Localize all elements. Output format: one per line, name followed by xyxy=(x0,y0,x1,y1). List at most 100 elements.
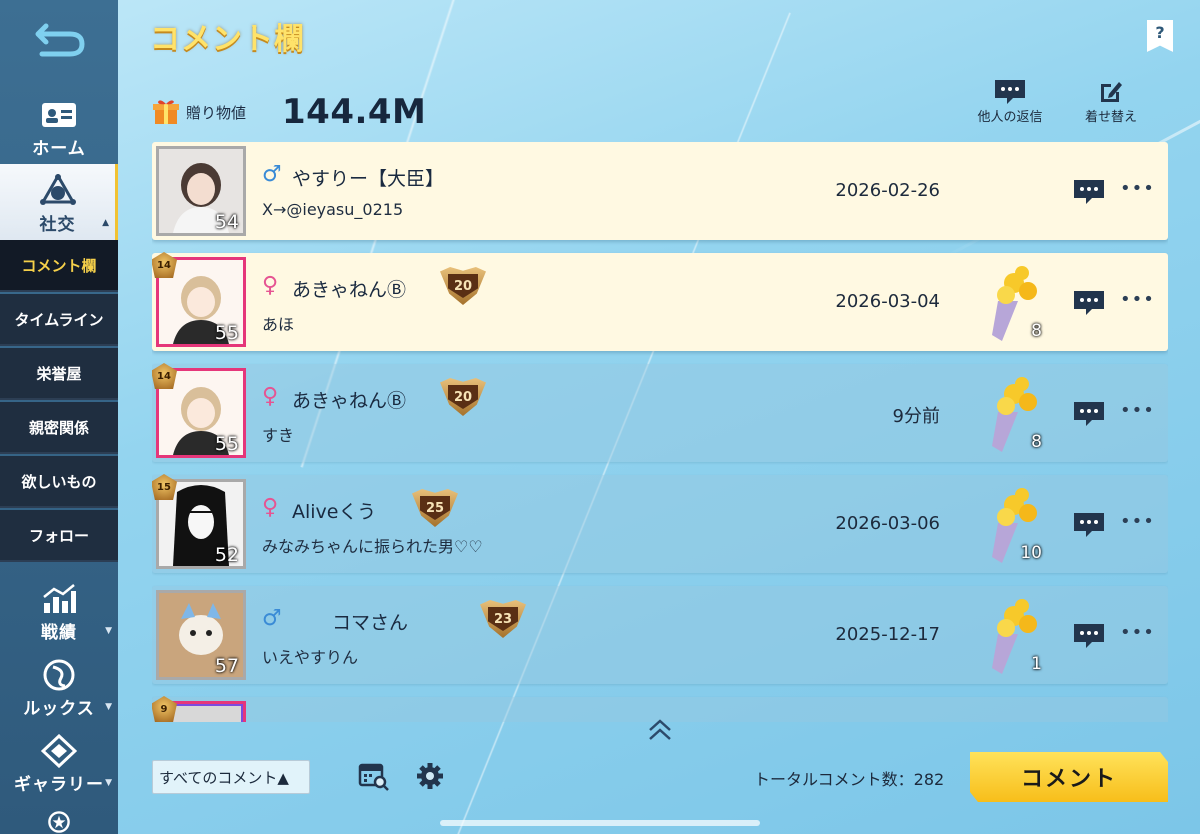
comment-date: 2026-02-26 xyxy=(835,180,940,201)
comment-filter-select[interactable]: すべてのコメント▲ xyxy=(152,760,310,794)
rank-number: 20 xyxy=(448,385,478,409)
reply-button[interactable] xyxy=(1072,511,1106,539)
chat-bubble-icon xyxy=(1074,402,1104,426)
change-outfit-label: 着せ替え xyxy=(1084,110,1137,125)
gift-value: 144.4M xyxy=(282,92,427,132)
others-reply-button[interactable]: 他人の返信 xyxy=(970,78,1050,128)
calendar-search-icon xyxy=(358,763,389,791)
user-name[interactable]: あきゃねんⒷ xyxy=(292,386,406,413)
more-options-button[interactable]: ••• xyxy=(1120,622,1154,646)
reply-button[interactable] xyxy=(1072,178,1106,206)
looks-emblem-icon xyxy=(40,658,78,692)
female-icon: ♀ xyxy=(262,384,279,409)
rank-badge: 20 xyxy=(440,378,486,416)
chevron-double-up-icon xyxy=(649,719,671,740)
rank-badge: 20 xyxy=(440,267,486,305)
comment-text: すき xyxy=(262,426,295,445)
user-name[interactable]: やすりー【大臣】 xyxy=(292,164,444,191)
rank-number: 20 xyxy=(448,274,478,298)
sidebar-subitem-follow[interactable]: フォロー xyxy=(0,510,118,562)
bouquet-count: 10 xyxy=(1020,543,1042,563)
help-button[interactable]: ? xyxy=(1147,20,1173,52)
comment-text: あほ xyxy=(262,315,295,334)
sidebar-subitem-comments[interactable]: コメント欄 xyxy=(0,240,118,292)
sidebar-item-label: 社交 xyxy=(39,215,76,235)
change-outfit-button[interactable]: 着せ替え xyxy=(1071,78,1151,128)
frame-level-badge: 9 xyxy=(152,696,177,722)
avatar[interactable]: 54 xyxy=(156,146,246,236)
sidebar-item-stats[interactable]: 戦績 ▼ xyxy=(0,572,118,648)
bouquet-count: 8 xyxy=(1031,321,1042,341)
comment-row[interactable]: 55 14 ♀ あきゃねんⒷ 20 すき 9分前 8 ••• xyxy=(152,363,1168,462)
more-options-button[interactable]: ••• xyxy=(1120,511,1154,535)
gift-label: 贈り物値 xyxy=(186,103,247,122)
frame-level-badge: 15 xyxy=(152,474,177,500)
gift-icon xyxy=(153,100,179,124)
comment-row[interactable]: 52 15 ♀ Aliveくう 25 みなみちゃんに振られた男♡♡ 2026-0… xyxy=(152,474,1168,573)
sidebar: ホーム 社交 ▲ コメント欄 タイムライン 栄誉屋 親密関係 欲しいもの フォロ… xyxy=(0,0,118,834)
home-indicator[interactable] xyxy=(440,820,760,826)
bouquet-gift: 8 xyxy=(978,372,1048,456)
reply-button[interactable] xyxy=(1072,622,1106,650)
comment-date: 2026-03-04 xyxy=(835,291,940,312)
calendar-search-button[interactable] xyxy=(358,760,390,792)
sidebar-subitem-wishlist[interactable]: 欲しいもの xyxy=(0,456,118,508)
scroll-up-button[interactable] xyxy=(646,718,674,742)
player-level: 57 xyxy=(214,655,239,677)
player-level: 52 xyxy=(214,544,239,566)
back-arrow-icon xyxy=(35,23,85,57)
caret-down-icon: ▼ xyxy=(105,702,112,712)
comment-row[interactable]: 55 14 ♀ あきゃねんⒷ 20 あほ 2026-03-04 8 ••• xyxy=(152,252,1168,351)
comment-row[interactable]: 57 ♂ コマさん 23 いえやすりん 2025-12-17 1 ••• xyxy=(152,586,1168,684)
sidebar-item-looks[interactable]: ルックス ▼ xyxy=(0,648,118,724)
chat-bubble-icon xyxy=(993,78,1027,106)
sidebar-subitem-timeline[interactable]: タイムライン xyxy=(0,294,118,346)
rank-badge: 23 xyxy=(480,600,526,638)
comment-list[interactable]: 54 ♂ やすりー【大臣】 X→@ieyasu_0215 2026-02-26 … xyxy=(152,142,1168,722)
sidebar-subitem-honor-shop[interactable]: 栄誉屋 xyxy=(0,348,118,400)
comment-date: 2025-12-17 xyxy=(835,624,940,645)
star-emblem-icon xyxy=(48,811,70,833)
sidebar-subitem-intimacy[interactable]: 親密関係 xyxy=(0,402,118,454)
sidebar-item-more[interactable] xyxy=(0,800,118,834)
sidebar-item-gallery[interactable]: ギャラリー ▼ xyxy=(0,724,118,800)
gift-value-row: 贈り物値 144.4M xyxy=(152,92,426,132)
social-network-icon xyxy=(39,174,77,208)
id-card-icon xyxy=(40,98,78,132)
player-level: 55 xyxy=(214,322,239,344)
caret-down-icon: ▼ xyxy=(105,626,112,636)
sidebar-item-label: ギャラリー xyxy=(14,775,104,795)
frame-level-badge: 14 xyxy=(152,252,177,278)
user-name[interactable]: あきゃねんⒷ xyxy=(292,275,406,302)
back-button[interactable] xyxy=(30,16,90,62)
sidebar-item-home[interactable]: ホーム xyxy=(0,88,118,164)
settings-button[interactable] xyxy=(414,760,446,792)
female-icon: ♀ xyxy=(262,273,279,298)
bouquet-count: 8 xyxy=(1031,432,1042,452)
total-comment-count: トータルコメント数：282 xyxy=(754,770,945,789)
more-options-button[interactable]: ••• xyxy=(1120,289,1154,313)
caret-down-icon: ▼ xyxy=(105,778,112,788)
sidebar-item-label: ホーム xyxy=(32,139,86,159)
reply-button[interactable] xyxy=(1072,400,1106,428)
sidebar-item-label: ルックス xyxy=(23,699,95,719)
chat-bubble-icon xyxy=(1074,180,1104,204)
sidebar-item-social[interactable]: 社交 ▲ xyxy=(0,164,118,240)
post-comment-button[interactable]: コメント xyxy=(970,752,1168,802)
reply-button[interactable] xyxy=(1072,289,1106,317)
avatar[interactable]: 57 xyxy=(156,590,246,680)
edit-icon xyxy=(1097,78,1125,106)
chat-bubble-icon xyxy=(1074,291,1104,315)
comment-row[interactable]: 54 ♂ やすりー【大臣】 X→@ieyasu_0215 2026-02-26 … xyxy=(152,142,1168,240)
more-options-button[interactable]: ••• xyxy=(1120,400,1154,424)
rank-number: 23 xyxy=(488,607,518,631)
comment-text: みなみちゃんに振られた男♡♡ xyxy=(262,537,483,556)
bouquet-gift: 1 xyxy=(978,594,1048,678)
others-reply-label: 他人の返信 xyxy=(977,110,1043,125)
more-options-button[interactable]: ••• xyxy=(1120,178,1154,202)
rank-number: 25 xyxy=(420,496,450,520)
user-name[interactable]: Aliveくう xyxy=(292,497,376,524)
user-name[interactable]: コマさん xyxy=(332,608,408,635)
chat-bubble-icon xyxy=(1074,624,1104,648)
male-icon: ♂ xyxy=(262,606,282,631)
